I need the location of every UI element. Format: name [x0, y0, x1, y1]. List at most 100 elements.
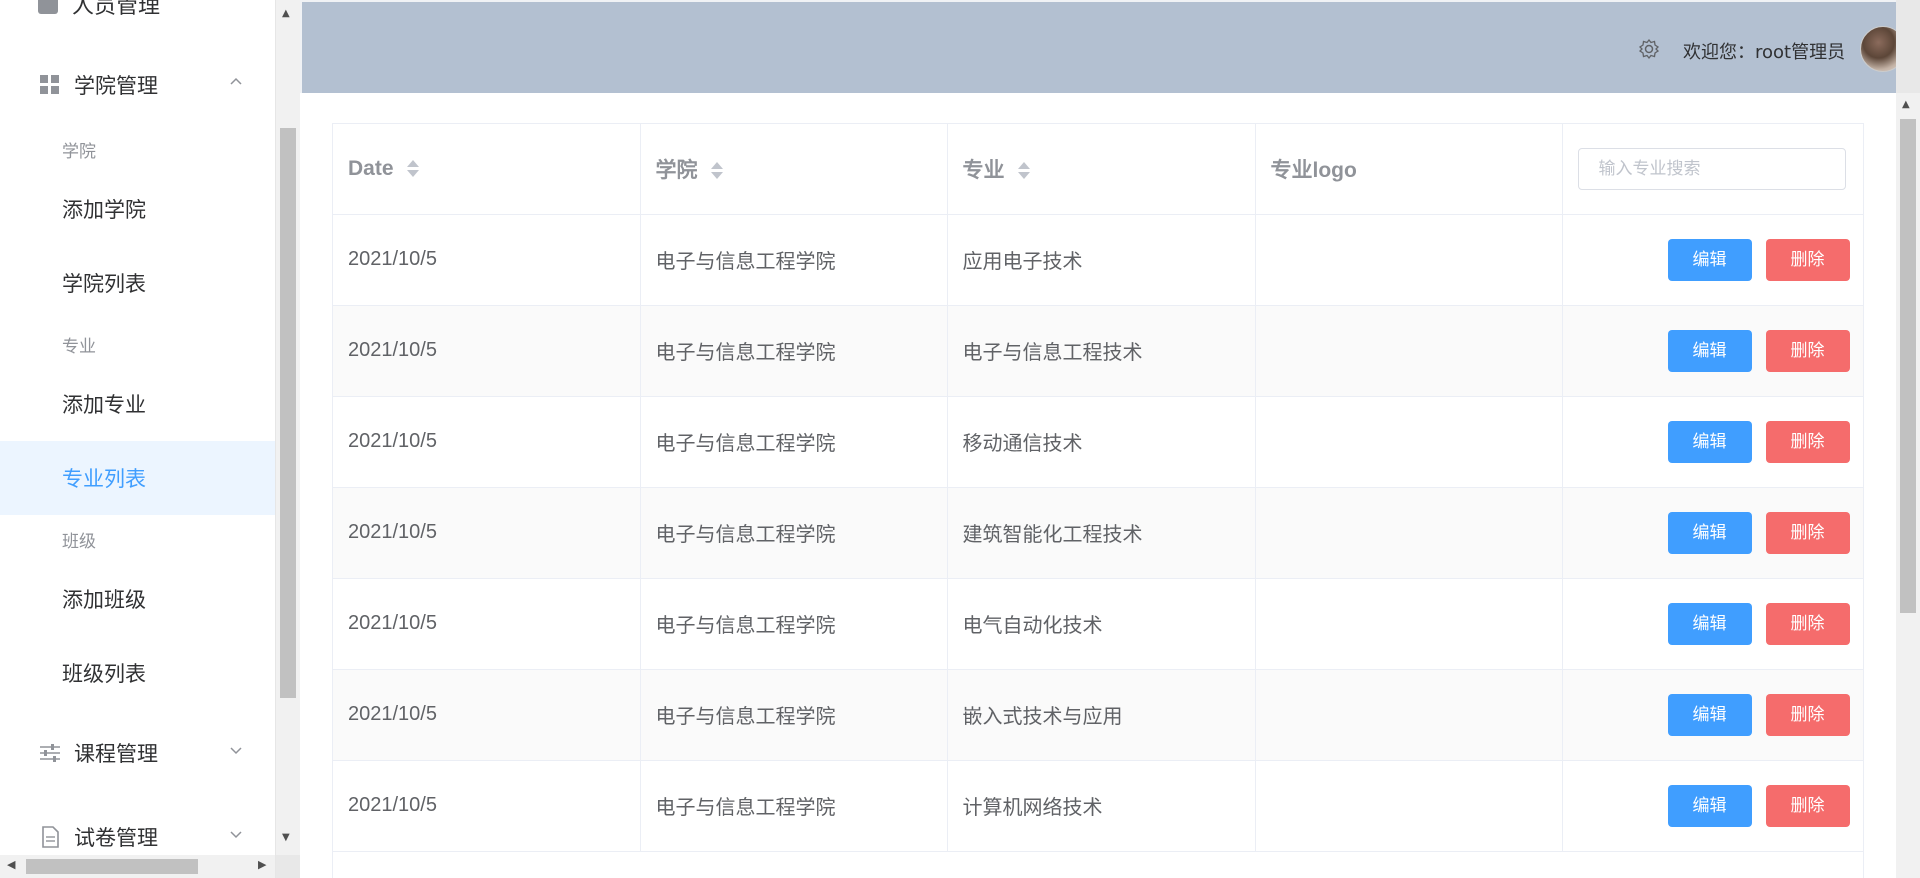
cell-major: 计算机网络技术: [947, 760, 1256, 852]
column-header-label: 专业logo: [1270, 158, 1357, 182]
column-header-search: [1562, 124, 1863, 215]
user-icon: [38, 0, 58, 14]
sidebar-item-label: 人员管理: [72, 0, 161, 19]
sidebar-item-personnel[interactable]: 人员管理: [38, 0, 160, 20]
submenu-exam-management[interactable]: 试卷管理: [0, 802, 275, 855]
scroll-left-arrow-icon[interactable]: ◀: [7, 858, 15, 871]
scroll-up-arrow-icon[interactable]: ▲: [282, 8, 290, 19]
column-header-date[interactable]: Date: [333, 124, 641, 215]
cell-major: 移动通信技术: [947, 396, 1256, 488]
grid-icon: [38, 73, 62, 97]
delete-button[interactable]: 删除: [1765, 693, 1850, 736]
edit-button[interactable]: 编辑: [1667, 784, 1752, 827]
cell-actions: 编辑 删除: [1562, 487, 1863, 579]
edit-button[interactable]: 编辑: [1667, 511, 1752, 554]
cell-date: 2021/10/5: [333, 396, 641, 488]
welcome-text: 欢迎您：root管理员: [1683, 42, 1846, 63]
sidebar-item-major-list[interactable]: 专业列表: [0, 441, 275, 515]
column-header-label: Date: [348, 156, 394, 180]
sort-caret-icon[interactable]: [1018, 161, 1031, 181]
table-row: 2021/10/5 电子与信息工程学院 嵌入式技术与应用 编辑 删除: [333, 669, 1863, 761]
cell-college: 电子与信息工程学院: [640, 487, 948, 579]
cell-actions: 编辑 删除: [1562, 760, 1863, 852]
document-icon: [38, 825, 62, 849]
sidebar-vertical-scrollbar[interactable]: ▲ ▼: [276, 0, 300, 855]
column-header-major[interactable]: 专业: [947, 124, 1256, 215]
table-row: 2021/10/5 电子与信息工程学院 建筑智能化工程技术 编辑 删除: [333, 487, 1863, 579]
content-area: Date 学院 专业 专业logo 输入专业搜索 2021/10/5 电子与信息…: [300, 93, 1896, 878]
edit-button[interactable]: 编辑: [1667, 238, 1752, 281]
cell-major-logo: [1255, 214, 1563, 306]
cell-date: 2021/10/5: [333, 214, 641, 306]
search-input[interactable]: [1577, 147, 1846, 190]
cell-major-logo: [1255, 760, 1563, 852]
sliders-icon: [38, 741, 62, 765]
delete-button[interactable]: 删除: [1765, 511, 1850, 554]
delete-button[interactable]: 删除: [1765, 602, 1850, 645]
chevron-up-icon: [230, 77, 242, 85]
submenu-title-label: 课程管理: [74, 742, 158, 766]
column-header-college[interactable]: 学院: [640, 124, 948, 215]
table-header-row: Date 学院 专业 专业logo 输入专业搜索: [333, 124, 1863, 215]
sidebar-horizontal-scrollbar[interactable]: ◀ ▶: [0, 855, 275, 878]
submenu-college-management[interactable]: 学院管理: [0, 50, 275, 120]
edit-button[interactable]: 编辑: [1667, 329, 1752, 372]
cell-major: 嵌入式技术与应用: [947, 669, 1256, 761]
delete-button[interactable]: 删除: [1765, 420, 1850, 463]
cell-college: 电子与信息工程学院: [640, 578, 948, 670]
cell-major: 电子与信息工程技术: [947, 305, 1256, 397]
table-row: 2021/10/5 电子与信息工程学院 移动通信技术 编辑 删除: [333, 396, 1863, 488]
sidebar-item-add-class[interactable]: 添加班级: [0, 562, 275, 636]
submenu-title-label: 学院管理: [74, 74, 158, 98]
group-title-class: 班级: [62, 532, 96, 552]
cell-major-logo: [1255, 396, 1563, 488]
scrollbar-thumb[interactable]: [26, 859, 198, 874]
sidebar-item-add-college[interactable]: 添加学院: [0, 172, 275, 246]
cell-actions: 编辑 删除: [1562, 669, 1863, 761]
column-header-label: 学院: [655, 158, 698, 182]
cell-major: 应用电子技术: [947, 214, 1256, 306]
sidebar-menu: 人员管理 学院管理 学院 添加学院 学院列表 专业 添加专业 专业列表 班级 添…: [0, 0, 275, 855]
sidebar: 人员管理 学院管理 学院 添加学院 学院列表 专业 添加专业 专业列表 班级 添…: [0, 0, 276, 878]
sidebar-item-add-major[interactable]: 添加专业: [0, 367, 275, 441]
cell-college: 电子与信息工程学院: [640, 760, 948, 852]
cell-college: 电子与信息工程学院: [640, 396, 948, 488]
delete-button[interactable]: 删除: [1765, 784, 1850, 827]
delete-button[interactable]: 删除: [1765, 329, 1850, 372]
scroll-right-arrow-icon[interactable]: ▶: [258, 858, 266, 871]
edit-button[interactable]: 编辑: [1667, 602, 1752, 645]
cell-major-logo: [1255, 305, 1563, 397]
submenu-course-management[interactable]: 课程管理: [0, 718, 275, 788]
group-title-major: 专业: [62, 337, 96, 357]
edit-button[interactable]: 编辑: [1667, 420, 1752, 463]
cell-actions: 编辑 删除: [1562, 305, 1863, 397]
sort-caret-icon[interactable]: [407, 159, 420, 179]
delete-button[interactable]: 删除: [1765, 238, 1850, 281]
scrollbar-thumb[interactable]: [280, 128, 296, 698]
cell-major-logo: [1255, 669, 1563, 761]
column-header-major-logo: 专业logo: [1255, 124, 1563, 215]
table-row: 2021/10/5 电子与信息工程学院 电子与信息工程技术 编辑 删除: [333, 305, 1863, 397]
main-area: 欢迎您：root管理员 Date 学院 专业 专业logo 输入专业搜索 202…: [300, 0, 1896, 878]
submenu-title-label: 试卷管理: [74, 826, 158, 850]
avatar[interactable]: [1860, 26, 1896, 72]
cell-date: 2021/10/5: [333, 578, 641, 670]
table-row: 2021/10/5 电子与信息工程学院 电气自动化技术 编辑 删除: [333, 578, 1863, 670]
sidebar-item-college-list[interactable]: 学院列表: [0, 246, 275, 320]
scrollbar-thumb[interactable]: [1900, 119, 1916, 613]
cell-actions: 编辑 删除: [1562, 578, 1863, 670]
edit-button[interactable]: 编辑: [1667, 693, 1752, 736]
scroll-up-arrow-icon[interactable]: ▲: [1902, 99, 1910, 110]
chevron-down-icon: [230, 831, 242, 839]
scroll-down-arrow-icon[interactable]: ▼: [282, 832, 290, 843]
sort-caret-icon[interactable]: [711, 161, 724, 181]
cell-major: 建筑智能化工程技术: [947, 487, 1256, 579]
chevron-down-icon: [230, 747, 242, 755]
sidebar-item-class-list[interactable]: 班级列表: [0, 636, 275, 710]
gear-icon[interactable]: [1638, 38, 1660, 60]
main-vertical-scrollbar[interactable]: ▲: [1896, 93, 1920, 878]
cell-college: 电子与信息工程学院: [640, 214, 948, 306]
cell-date: 2021/10/5: [333, 760, 641, 852]
column-header-label: 专业: [962, 158, 1005, 182]
major-table: Date 学院 专业 专业logo 输入专业搜索 2021/10/5 电子与信息…: [332, 123, 1864, 878]
